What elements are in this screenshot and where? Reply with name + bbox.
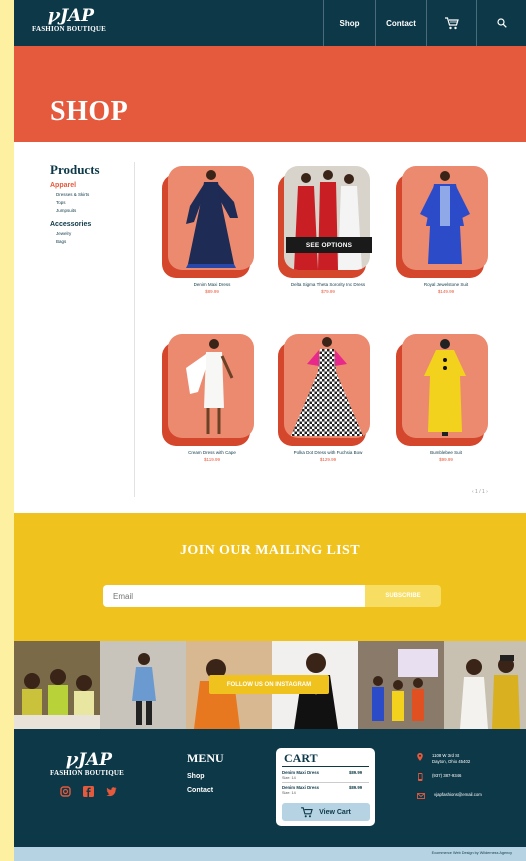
product-name[interactable]: Delta Sigma Theta Sorority Inc Dress <box>278 282 378 287</box>
page: ꝩJAP FASHION BOUTIQUE Shop Contact SHOP … <box>14 0 526 861</box>
product-card[interactable]: Bumblebee Suit $99.99 <box>396 334 506 462</box>
instagram-icon[interactable] <box>60 786 71 797</box>
mailing-title: JOIN OUR MAILING LIST <box>180 543 360 558</box>
phone-number: (937) 387-9346 <box>432 773 462 778</box>
footer-link-contact[interactable]: Contact <box>187 787 213 794</box>
product-price: $89.99 <box>205 289 219 294</box>
shopping-cart-icon <box>444 16 459 29</box>
nav-contact[interactable]: Contact <box>375 0 426 46</box>
logo-subtitle: FASHION BOUTIQUE <box>50 769 125 777</box>
product-image[interactable] <box>278 334 388 446</box>
sidebar-cat-accessories[interactable]: Accessories <box>50 221 140 228</box>
sidebar-divider <box>134 162 135 497</box>
sidebar-sub-bags[interactable]: Bags <box>56 239 140 244</box>
pagination[interactable]: ‹ 1 / 1 › <box>472 489 488 495</box>
sidebar-title: Products <box>50 162 100 177</box>
sidebar-sub-tops[interactable]: Tops <box>56 200 140 205</box>
email-address: vjapfashions@email.com <box>434 792 482 797</box>
cart-item-price: $89.99 <box>349 785 363 790</box>
footer: ꝩJAP FASHION BOUTIQUE MENU Shop Contact … <box>14 729 526 847</box>
product-price: $129.99 <box>319 457 337 462</box>
footer-phone[interactable]: (937) 387-9346 <box>416 773 461 781</box>
product-name[interactable]: Bumblebee Suit <box>396 450 496 455</box>
model-photo <box>186 170 238 268</box>
model-photo <box>294 170 362 270</box>
phone-icon <box>418 773 423 781</box>
cart-item-name: Denim Maxi Dress <box>282 785 320 790</box>
product-image[interactable] <box>396 166 506 278</box>
see-options-button[interactable]: SEE OPTIONS <box>286 237 372 253</box>
product-name[interactable]: Polka Dot Dress with Fuchsia Bow <box>278 450 378 455</box>
instagram-photo[interactable] <box>444 641 526 729</box>
product-card[interactable]: Royal Jewelstone Suit $149.99 <box>396 166 506 294</box>
product-name[interactable]: Cream Dress with Cape <box>162 450 262 455</box>
product-name[interactable]: Royal Jewelstone Suit <box>396 282 496 287</box>
sidebar-sub-jumpsuits[interactable]: Jumpsuits <box>56 208 140 213</box>
location-pin-icon <box>417 753 423 761</box>
product-price: $119.99 <box>204 457 220 462</box>
footer-logo[interactable]: ꝩJAP FASHION BOUTIQUE <box>50 751 128 777</box>
product-price: $149.99 <box>437 289 455 294</box>
sidebar-sub-jewelry[interactable]: Jewelry <box>56 231 140 236</box>
header: ꝩJAP FASHION BOUTIQUE Shop Contact <box>14 0 526 46</box>
instagram-photo[interactable] <box>358 641 444 729</box>
logo-mark: ꝩJAP <box>65 750 113 770</box>
cart-item-name: Denim Maxi Dress <box>282 770 320 775</box>
logo-subtitle: FASHION BOUTIQUE <box>32 25 107 33</box>
email-field[interactable] <box>103 585 365 607</box>
sidebar-sub-dresses[interactable]: Dresses & Skirts <box>56 192 140 197</box>
model-photo <box>291 337 363 436</box>
model-photo <box>424 339 466 436</box>
subscribe-button[interactable]: SUBSCRIBE <box>365 585 441 607</box>
cart-item-size: Size: 14 <box>282 776 296 780</box>
product-card[interactable]: Cream Dress with Cape $119.99 <box>162 334 272 462</box>
product-image[interactable]: SEE OPTIONS <box>278 166 388 278</box>
search-icon <box>496 18 507 28</box>
nav-cart[interactable] <box>426 0 476 46</box>
facebook-icon[interactable] <box>83 786 94 797</box>
footer-link-shop[interactable]: Shop <box>187 773 205 780</box>
model-photo <box>186 339 234 434</box>
view-cart-button[interactable]: View Cart <box>282 803 370 821</box>
logo[interactable]: ꝩJAP FASHION BOUTIQUE <box>32 7 110 33</box>
instagram-photo[interactable] <box>14 641 100 729</box>
instagram-photo[interactable] <box>100 641 186 729</box>
cart-title: CART <box>284 751 318 765</box>
mini-cart: CART Denim Maxi Dress Size: 14 $89.99 De… <box>276 748 375 826</box>
footer-address[interactable]: 1108 W 3rd St Dayton, Ohio 45402 <box>416 753 470 765</box>
product-card[interactable]: Polka Dot Dress with Fuchsia Bow $129.99 <box>278 334 388 462</box>
nav-search[interactable] <box>476 0 526 46</box>
twitter-icon[interactable] <box>106 786 117 797</box>
main-nav: Shop Contact <box>323 0 526 46</box>
bottom-bar: Ecommerce Web Design by Wilderness Agenc… <box>14 847 526 861</box>
hero-banner: SHOP <box>14 46 526 142</box>
social-links <box>60 786 117 797</box>
product-card[interactable]: SEE OPTIONS Delta Sigma Theta Sorority I… <box>278 166 388 294</box>
address-line-2: Dayton, Ohio 45402 <box>432 759 471 764</box>
product-card[interactable]: Denim Maxi Dress $89.99 <box>162 166 272 294</box>
cart-item-price: $89.99 <box>349 770 363 775</box>
product-name[interactable]: Denim Maxi Dress <box>162 282 262 287</box>
model-photo <box>420 171 470 264</box>
product-price: $79.99 <box>321 289 335 294</box>
shopping-cart-icon <box>301 806 313 817</box>
logo-mark: ꝩJAP <box>47 6 95 26</box>
product-sidebar: Products Apparel Dresses & Skirts Tops J… <box>50 162 140 244</box>
cart-item-size: Size: 14 <box>282 791 296 795</box>
footer-email[interactable]: vjapfashions@email.com <box>416 792 482 800</box>
product-image[interactable] <box>162 334 272 446</box>
mailing-list-section: JOIN OUR MAILING LIST SUBSCRIBE <box>14 513 526 641</box>
nav-shop[interactable]: Shop <box>323 0 375 46</box>
page-title: SHOP <box>50 96 129 127</box>
footer-menu-title: MENU <box>187 751 224 765</box>
mail-icon <box>417 793 425 799</box>
product-price: $99.99 <box>439 457 453 462</box>
view-cart-label: View Cart <box>319 808 351 816</box>
follow-instagram-button[interactable]: FOLLOW US ON INSTAGRAM <box>209 675 329 694</box>
sidebar-cat-apparel[interactable]: Apparel <box>50 182 140 189</box>
product-image[interactable] <box>396 334 506 446</box>
product-image[interactable] <box>162 166 272 278</box>
design-credit[interactable]: Ecommerce Web Design by Wilderness Agenc… <box>432 851 512 855</box>
